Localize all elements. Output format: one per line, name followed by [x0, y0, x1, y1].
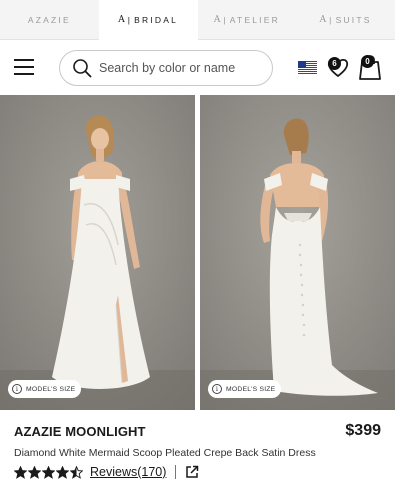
tab-separator: |: [223, 14, 228, 25]
tab-azazie[interactable]: AZAZIE: [0, 0, 99, 39]
tab-bridal[interactable]: A | BRIDAL: [98, 0, 198, 40]
reviews-link[interactable]: Reviews(170): [90, 465, 166, 479]
product-price: $399: [345, 422, 381, 439]
search-icon: [73, 59, 92, 78]
tab-label: SUITS: [335, 14, 372, 25]
divider: [175, 465, 177, 479]
star-rating: [14, 465, 84, 479]
tab-label: AZAZIE: [27, 14, 71, 25]
search-placeholder: Search by color or name: [99, 61, 236, 75]
us-flag-icon[interactable]: [298, 61, 317, 74]
tab-label: ATELIER: [229, 14, 280, 25]
product-name[interactable]: AZAZIE MOONLIGHT: [14, 424, 146, 439]
brand-logo-icon: A: [213, 14, 221, 25]
brand-tabs: AZAZIE A | BRIDAL A | ATELIER A | SUITS: [0, 0, 395, 40]
product-description: Diamond White Mermaid Scoop Pleated Crep…: [14, 447, 316, 459]
model-front-photo: [0, 95, 195, 410]
share-icon[interactable]: [185, 465, 199, 479]
model-size-label: MODEL'S SIZE: [26, 385, 76, 393]
search-input[interactable]: Search by color or name: [59, 50, 273, 86]
tab-separator: |: [127, 14, 133, 25]
star-full-icon: [14, 465, 27, 479]
rating-row: Reviews(170): [14, 464, 199, 480]
star-half-icon: [70, 465, 83, 479]
brand-logo-icon: A: [319, 14, 327, 25]
product-image-front[interactable]: i MODEL'S SIZE: [0, 95, 195, 410]
cart-count-badge: 0: [361, 55, 374, 68]
star-full-icon: [56, 465, 69, 479]
tab-suits[interactable]: A | SUITS: [296, 0, 395, 39]
brand-logo-icon: A: [118, 14, 125, 25]
cart-button[interactable]: 0: [357, 53, 383, 81]
wishlist-button[interactable]: 6: [326, 55, 350, 79]
star-full-icon: [42, 465, 55, 479]
star-full-icon: [28, 465, 41, 479]
product-image-back[interactable]: i MODEL'S SIZE: [200, 95, 395, 410]
model-size-button[interactable]: i MODEL'S SIZE: [208, 380, 282, 398]
info-icon: i: [12, 384, 22, 394]
site-header: Search by color or name 6 0: [0, 41, 395, 95]
info-icon: i: [212, 384, 222, 394]
wishlist-count-badge: 6: [328, 57, 341, 70]
tab-atelier[interactable]: A | ATELIER: [198, 0, 297, 39]
model-back-photo: [200, 95, 395, 410]
tab-label: BRIDAL: [134, 14, 179, 25]
tab-separator: |: [329, 14, 334, 25]
model-size-label: MODEL'S SIZE: [226, 385, 276, 393]
hamburger-menu-icon[interactable]: [14, 59, 34, 75]
model-size-button[interactable]: i MODEL'S SIZE: [8, 380, 82, 398]
